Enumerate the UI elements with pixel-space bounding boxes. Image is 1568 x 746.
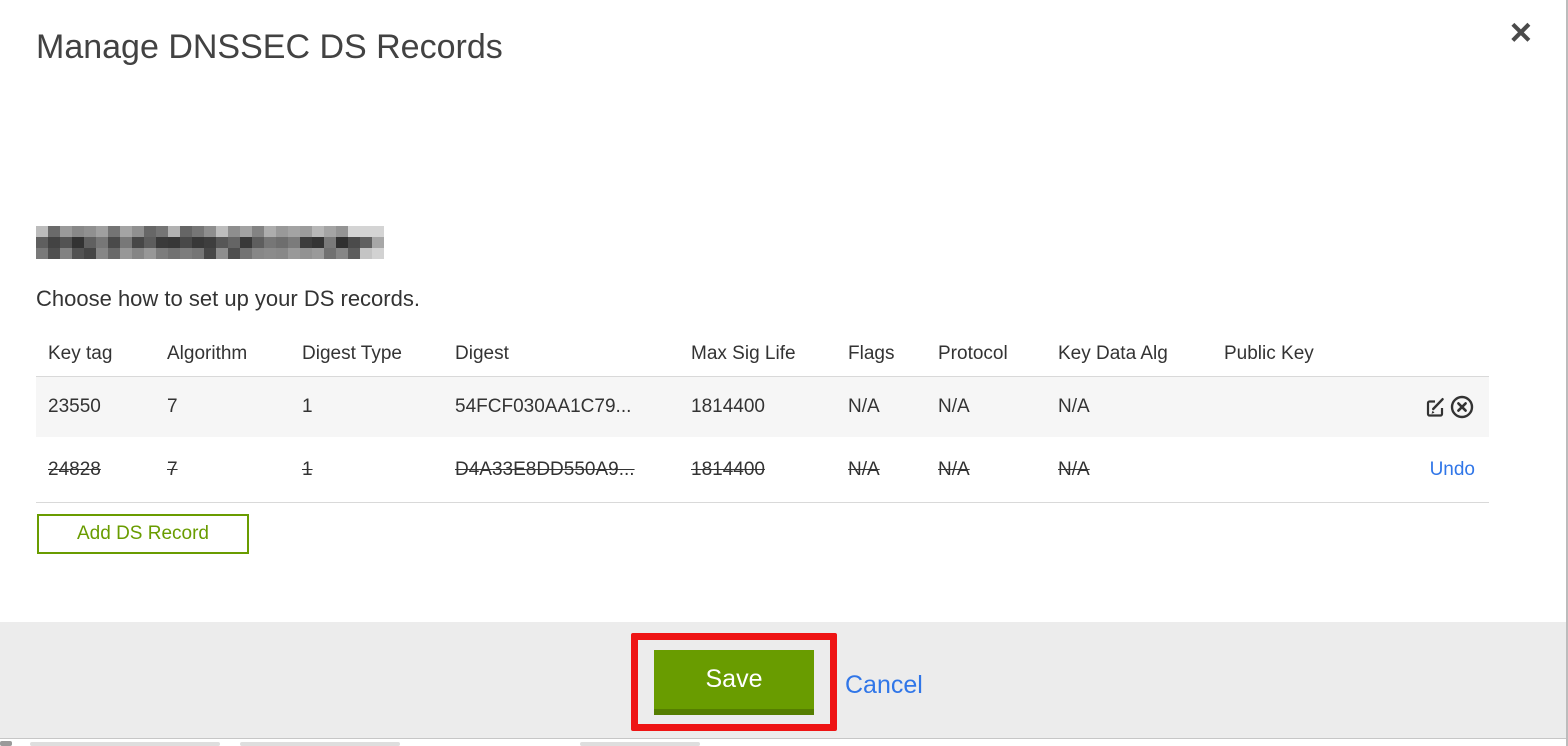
save-button[interactable]: Save xyxy=(654,649,814,715)
cell-max-sig-life: 1814400 xyxy=(691,396,765,417)
cell-digest: D4A33E8DD550A9... xyxy=(455,458,635,480)
background-page-edge xyxy=(0,740,1566,746)
cell-digest: 54FCF030AA1C79... xyxy=(455,396,632,417)
col-header-digest: Digest xyxy=(455,343,509,364)
table-row: 23550 7 1 54FCF030AA1C79... 1814400 N/A … xyxy=(36,376,1489,437)
edit-square-icon xyxy=(1423,395,1447,419)
background-text-smudge xyxy=(580,742,700,746)
domain-name-redacted xyxy=(36,226,384,259)
delete-record-button[interactable] xyxy=(1449,394,1475,420)
cell-digest-type: 1 xyxy=(302,458,313,480)
cell-protocol: N/A xyxy=(938,396,970,417)
table-row-deleted: 24828 7 1 D4A33E8DD550A9... 1814400 N/A … xyxy=(36,437,1489,503)
close-icon: × xyxy=(1509,12,1532,54)
ds-records-table: Key tag Algorithm Digest Type Digest Max… xyxy=(36,332,1489,503)
col-header-flags: Flags xyxy=(848,343,895,364)
annotation-highlight-box: Save xyxy=(631,633,837,731)
page-title: Manage DNSSEC DS Records xyxy=(36,28,503,66)
close-button[interactable]: × xyxy=(1510,14,1532,52)
col-header-key-tag: Key tag xyxy=(48,343,113,364)
background-text-smudge xyxy=(0,741,12,746)
cell-flags: N/A xyxy=(848,458,880,480)
background-text-smudge xyxy=(240,742,400,746)
cell-digest-type: 1 xyxy=(302,396,313,417)
circle-x-icon xyxy=(1449,394,1475,420)
cell-flags: N/A xyxy=(848,396,880,417)
instructions-text: Choose how to set up your DS records. xyxy=(36,286,420,311)
edit-record-button[interactable] xyxy=(1422,394,1448,420)
cell-algorithm: 7 xyxy=(167,458,178,480)
col-header-protocol: Protocol xyxy=(938,343,1008,364)
cell-key-tag: 23550 xyxy=(48,396,101,417)
undo-link[interactable]: Undo xyxy=(1430,459,1475,481)
col-header-key-data-alg: Key Data Alg xyxy=(1058,343,1168,364)
row-actions: Undo xyxy=(1368,459,1489,481)
modal-footer: Save Cancel xyxy=(0,622,1566,739)
cell-key-data-alg: N/A xyxy=(1058,396,1090,417)
add-ds-record-button[interactable]: Add DS Record xyxy=(37,514,249,554)
table-header-row: Key tag Algorithm Digest Type Digest Max… xyxy=(36,332,1489,376)
col-header-public-key: Public Key xyxy=(1224,343,1314,364)
cell-algorithm: 7 xyxy=(167,396,178,417)
background-text-smudge xyxy=(30,742,220,746)
dnssec-modal: { "modal": { "title": "Manage DNSSEC DS … xyxy=(0,0,1568,746)
cell-key-tag: 24828 xyxy=(48,458,101,480)
cancel-link[interactable]: Cancel xyxy=(845,670,923,700)
cell-max-sig-life: 1814400 xyxy=(691,458,765,480)
cell-key-data-alg: N/A xyxy=(1058,458,1090,480)
col-header-algorithm: Algorithm xyxy=(167,343,248,364)
row-actions xyxy=(1368,394,1489,420)
cell-protocol: N/A xyxy=(938,458,970,480)
col-header-digest-type: Digest Type xyxy=(302,343,402,364)
col-header-max-sig-life: Max Sig Life xyxy=(691,343,796,364)
